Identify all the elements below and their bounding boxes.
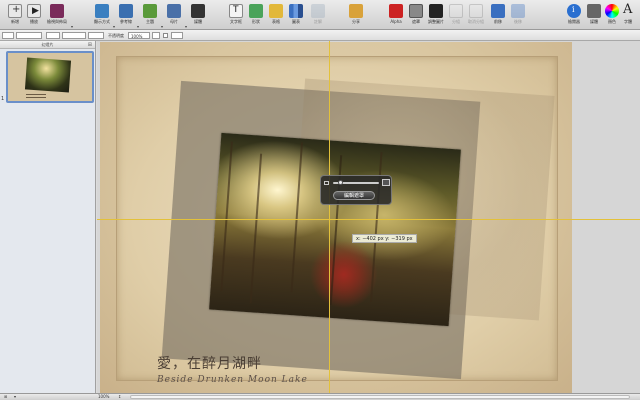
horizontal-scrollbar[interactable] — [130, 395, 630, 399]
caption-english[interactable]: Beside Drunken Moon Lake — [157, 375, 308, 385]
alpha-icon — [389, 4, 403, 18]
plus-icon: + — [8, 4, 22, 18]
opacity-label: 不透明度 — [108, 33, 124, 38]
small-image-icon — [324, 181, 329, 185]
navigator-header: 幻燈片 ⊞ — [0, 41, 95, 49]
media-icon — [191, 4, 205, 18]
fonts-button[interactable]: A 字體 — [617, 2, 639, 29]
view-icon — [95, 4, 109, 18]
zoom-select[interactable]: 100% — [98, 394, 109, 400]
shapes-icon — [249, 4, 263, 18]
shadow-checkbox[interactable] — [163, 33, 168, 38]
mask-edit-hud: 編輯遮罩 — [320, 175, 392, 205]
thumbnail-image — [8, 53, 92, 101]
masters-icon — [167, 4, 181, 18]
comment-icon — [311, 4, 325, 18]
shadow-select[interactable] — [171, 32, 183, 39]
themes-button[interactable]: 主題 ▾ — [138, 2, 163, 29]
add-slide-icon[interactable]: ⊞ — [4, 394, 7, 400]
themes-icon — [143, 4, 157, 18]
share-button[interactable]: 分享 — [344, 2, 368, 29]
large-image-icon — [382, 179, 390, 186]
masked-photo[interactable] — [209, 132, 461, 327]
format-bar: 不透明度 100% — [0, 30, 640, 41]
masters-button[interactable]: 母片 ▾ — [162, 2, 187, 29]
slide-canvas[interactable]: 愛，在醉月湖畔 Beside Drunken Moon Lake 編輯遮罩 x:… — [97, 41, 640, 393]
view-menu-icon[interactable]: ▾ — [14, 394, 16, 400]
textbox-icon: T — [229, 4, 243, 18]
adjust-icon — [429, 4, 443, 18]
opacity-stepper[interactable] — [152, 32, 160, 39]
fonts-icon: A — [623, 2, 633, 17]
theme-icon — [50, 4, 64, 18]
fill-well[interactable] — [88, 32, 104, 39]
slide-number: 1 — [1, 96, 5, 102]
send-backward-button[interactable]: 後移 — [506, 2, 530, 29]
vertical-alignment-guide — [329, 41, 330, 393]
style-select[interactable] — [2, 32, 14, 39]
stroke-color-well[interactable] — [62, 32, 86, 39]
edit-mask-button[interactable]: 編輯遮罩 — [333, 191, 375, 200]
slide[interactable]: 愛，在醉月湖畔 Beside Drunken Moon Lake — [100, 42, 572, 393]
slide-thumbnail-selected[interactable] — [6, 51, 94, 103]
caption-chinese[interactable]: 愛，在醉月湖畔 — [157, 353, 262, 373]
inspector-icon: i — [567, 4, 581, 18]
back-icon — [511, 4, 525, 18]
stroke-width-field[interactable] — [46, 32, 60, 39]
media-button[interactable]: 媒體 — [186, 2, 210, 29]
slider-knob[interactable] — [338, 180, 343, 185]
share-icon — [349, 4, 363, 18]
thumbnail-caption — [26, 94, 46, 98]
slide-navigator: 幻燈片 ⊞ 1 — [0, 41, 96, 393]
table-icon — [269, 4, 283, 18]
ungroup-icon — [469, 4, 483, 18]
ungroup-button[interactable]: 取消分組 — [464, 2, 488, 29]
front-icon — [491, 4, 505, 18]
status-bar: ⊞ ▾ 100% ↕ — [0, 393, 640, 400]
guides-icon — [119, 4, 133, 18]
chart-icon — [289, 4, 303, 18]
main-toolbar: + 新增 ▶ 播放 檢視與佈局 ▾ 顯示方式 ▾ 參考線 ▾ 主題 ▾ 母片 ▾… — [0, 0, 640, 30]
zoom-stepper-icon[interactable]: ↕ — [118, 394, 121, 400]
opacity-field[interactable]: 100% — [128, 32, 150, 39]
play-icon: ▶ — [27, 4, 41, 18]
comment-button[interactable]: 註解 — [306, 2, 330, 29]
view-layout-button[interactable]: 檢視與佈局 ▾ — [42, 2, 73, 29]
chart-button[interactable]: 圖表 — [284, 2, 308, 29]
thumbnail-photo — [24, 57, 72, 93]
caret-icon: ▾ — [70, 24, 73, 29]
group-icon — [449, 4, 463, 18]
guides-button[interactable]: 參考線 ▾ — [114, 2, 139, 29]
mask-icon — [409, 4, 423, 18]
navigator-plus-icon[interactable]: ⊞ — [88, 41, 92, 49]
mask-size-slider[interactable] — [333, 180, 379, 185]
media-browser-icon — [587, 4, 601, 18]
view-button[interactable]: 顯示方式 ▾ — [90, 2, 115, 29]
horizontal-alignment-guide — [97, 219, 640, 220]
stroke-select[interactable] — [16, 32, 42, 39]
position-tooltip: x: −402 px y: −319 px — [352, 234, 417, 243]
